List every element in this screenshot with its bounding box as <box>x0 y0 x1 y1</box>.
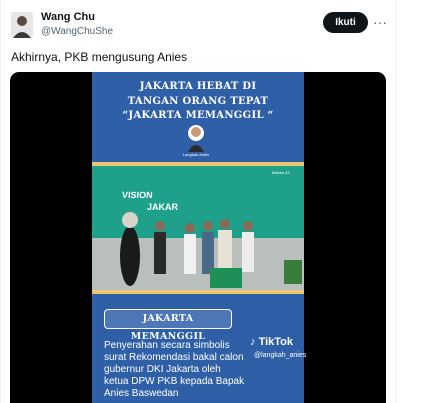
tweet-media-video[interactable]: JAKARTA HEBAT DI TANGAN ORANG TEPAT “JAK… <box>10 72 386 403</box>
right-sidebar-strip <box>397 0 447 403</box>
video-frame: JAKARTA HEBAT DI TANGAN ORANG TEPAT “JAK… <box>92 72 307 403</box>
presenter-label: Langkah Anies <box>182 152 210 157</box>
poster-title-line: JAKARTA HEBAT DI <box>139 81 257 92</box>
author-handle[interactable]: @WangChuShe <box>41 26 113 37</box>
left-border <box>0 0 1 403</box>
photo-frame-top <box>92 162 304 166</box>
photo-frame-bottom <box>92 290 304 294</box>
people-illustration <box>120 212 302 288</box>
follow-button[interactable]: Ikuti <box>323 12 368 33</box>
more-horizontal-icon[interactable]: ··· <box>373 13 387 31</box>
tweet-header: Wang Chu @WangChuShe Ikuti ··· <box>0 0 396 44</box>
tiktok-handle: @langkah_anies <box>254 352 307 359</box>
tiktok-watermark: ♪ TikTok <box>250 336 293 348</box>
poster-title-line: TANGAN ORANG TEPAT <box>127 96 269 107</box>
tiktok-label: TikTok <box>258 336 293 348</box>
caption-line: ketua DPW PKB kepada Bapak <box>104 376 245 387</box>
avatar[interactable] <box>11 12 33 38</box>
presenter-image <box>180 122 212 152</box>
caption-line: gubernur DKI Jakarta oleh <box>104 364 221 375</box>
tweet-text: Akhirnya, PKB mengusung Anies <box>11 50 188 64</box>
tiktok-logo-icon: ♪ <box>250 336 256 348</box>
caption-line: Anies Baswedan <box>104 388 179 399</box>
event-photo: VISION JAKAR Mabes 43 <box>92 162 304 294</box>
poster-title-line: “JAKARTA MEMANGGIL “ <box>122 110 274 121</box>
author-name[interactable]: Wang Chu <box>41 11 95 23</box>
jakarta-memanggil-tag: JAKARTA MEMANGGIL <box>104 309 232 342</box>
